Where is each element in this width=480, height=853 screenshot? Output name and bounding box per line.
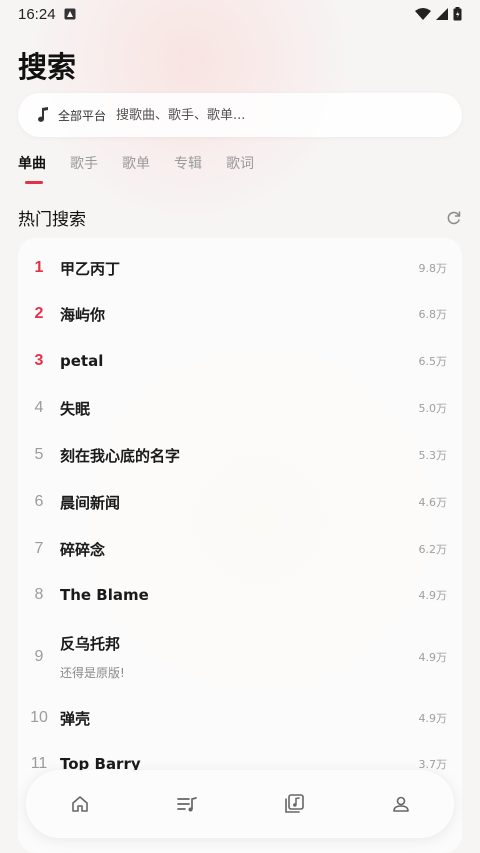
- search-count: 4.9万: [418, 712, 448, 725]
- home-icon: [71, 796, 88, 812]
- rank-number: 6: [34, 493, 44, 510]
- song-title: 甲乙丙丁: [60, 259, 121, 278]
- search-count: 4.9万: [418, 589, 448, 602]
- rank-number: 9: [34, 648, 44, 665]
- rank-number: 10: [30, 709, 48, 726]
- platform-selector[interactable]: 全部平台: [58, 107, 106, 124]
- song-subtitle: 还得是原版!: [60, 666, 125, 680]
- song-title: petal: [60, 352, 104, 370]
- status-time: 16:24: [18, 5, 56, 23]
- search-count: 5.0万: [418, 402, 448, 415]
- hot-search-title: 热门搜索: [18, 210, 86, 230]
- status-bar: 16:24: [0, 0, 480, 28]
- song-title: 失眠: [60, 399, 91, 418]
- list-item[interactable]: 8 The Blame 4.9万: [18, 572, 462, 618]
- song-title: 碎碎念: [60, 540, 106, 559]
- list-item[interactable]: 10 弹壳 4.9万: [18, 695, 462, 741]
- tab-albums[interactable]: 专辑: [174, 154, 202, 184]
- search-bar[interactable]: 全部平台: [18, 93, 462, 137]
- hot-search-header: 热门搜索: [18, 205, 462, 230]
- tab-artists[interactable]: 歌手: [70, 154, 98, 184]
- nav-playlist[interactable]: [157, 774, 217, 834]
- playlist-icon: [176, 797, 197, 812]
- search-count: 4.6万: [418, 496, 448, 509]
- song-title: 刻在我心底的名字: [60, 446, 181, 465]
- list-item[interactable]: 5 刻在我心底的名字 5.3万: [18, 432, 462, 478]
- list-item[interactable]: 2 海屿你 6.8万: [18, 291, 462, 337]
- song-title: 晨间新闻: [60, 493, 121, 512]
- song-title: The Blame: [60, 586, 149, 604]
- status-right: [415, 7, 462, 21]
- music-note-icon: [38, 107, 48, 122]
- rank-number: 3: [34, 352, 44, 369]
- rank-number: 2: [34, 305, 44, 322]
- battery-icon: [453, 7, 462, 21]
- refresh-icon[interactable]: [446, 210, 462, 226]
- tab-playlists[interactable]: 歌单: [122, 154, 150, 184]
- list-item[interactable]: 1 甲乙丙丁 9.8万: [18, 245, 462, 291]
- nav-library[interactable]: [264, 774, 324, 834]
- rank-number: 7: [34, 540, 44, 557]
- song-title: 海屿你: [60, 305, 106, 324]
- category-tabs: 单曲 歌手 歌单 专辑 歌词: [18, 154, 278, 190]
- search-count: 4.9万: [418, 651, 448, 664]
- bottom-nav: [26, 770, 454, 838]
- wifi-icon: [415, 8, 431, 20]
- hot-search-list: 1 甲乙丙丁 9.8万 2 海屿你 6.8万 3 petal 6.5万 4 失眠…: [18, 238, 462, 853]
- search-count: 5.3万: [418, 449, 448, 462]
- list-item[interactable]: 7 碎碎念 6.2万: [18, 526, 462, 572]
- notification-icon: [64, 8, 76, 20]
- list-item[interactable]: 4 失眠 5.0万: [18, 385, 462, 431]
- profile-icon: [392, 796, 409, 812]
- signal-icon: [436, 8, 448, 20]
- rank-number: 8: [34, 586, 44, 603]
- song-title: 反乌托邦: [60, 635, 121, 653]
- list-item[interactable]: 3 petal 6.5万: [18, 338, 462, 384]
- search-input[interactable]: [116, 107, 377, 123]
- tab-lyrics[interactable]: 歌词: [226, 154, 254, 184]
- search-count: 6.2万: [418, 543, 448, 556]
- rank-number: 1: [34, 259, 44, 276]
- list-item[interactable]: 9 反乌托邦 还得是原版! 4.9万: [18, 624, 462, 690]
- tab-songs[interactable]: 单曲: [18, 154, 46, 184]
- search-count: 9.8万: [418, 262, 448, 275]
- song-title: 弹壳: [60, 709, 91, 728]
- list-item[interactable]: 6 晨间新闻 4.6万: [18, 479, 462, 525]
- nav-profile[interactable]: [371, 774, 431, 834]
- search-count: 6.8万: [418, 308, 448, 321]
- page-title: 搜索: [18, 50, 77, 84]
- search-count: 6.5万: [418, 355, 448, 368]
- nav-home[interactable]: [50, 774, 110, 834]
- rank-number: 5: [34, 446, 44, 463]
- status-left: 16:24: [18, 6, 76, 23]
- rank-number: 4: [34, 399, 44, 416]
- music-library-icon: [284, 794, 304, 813]
